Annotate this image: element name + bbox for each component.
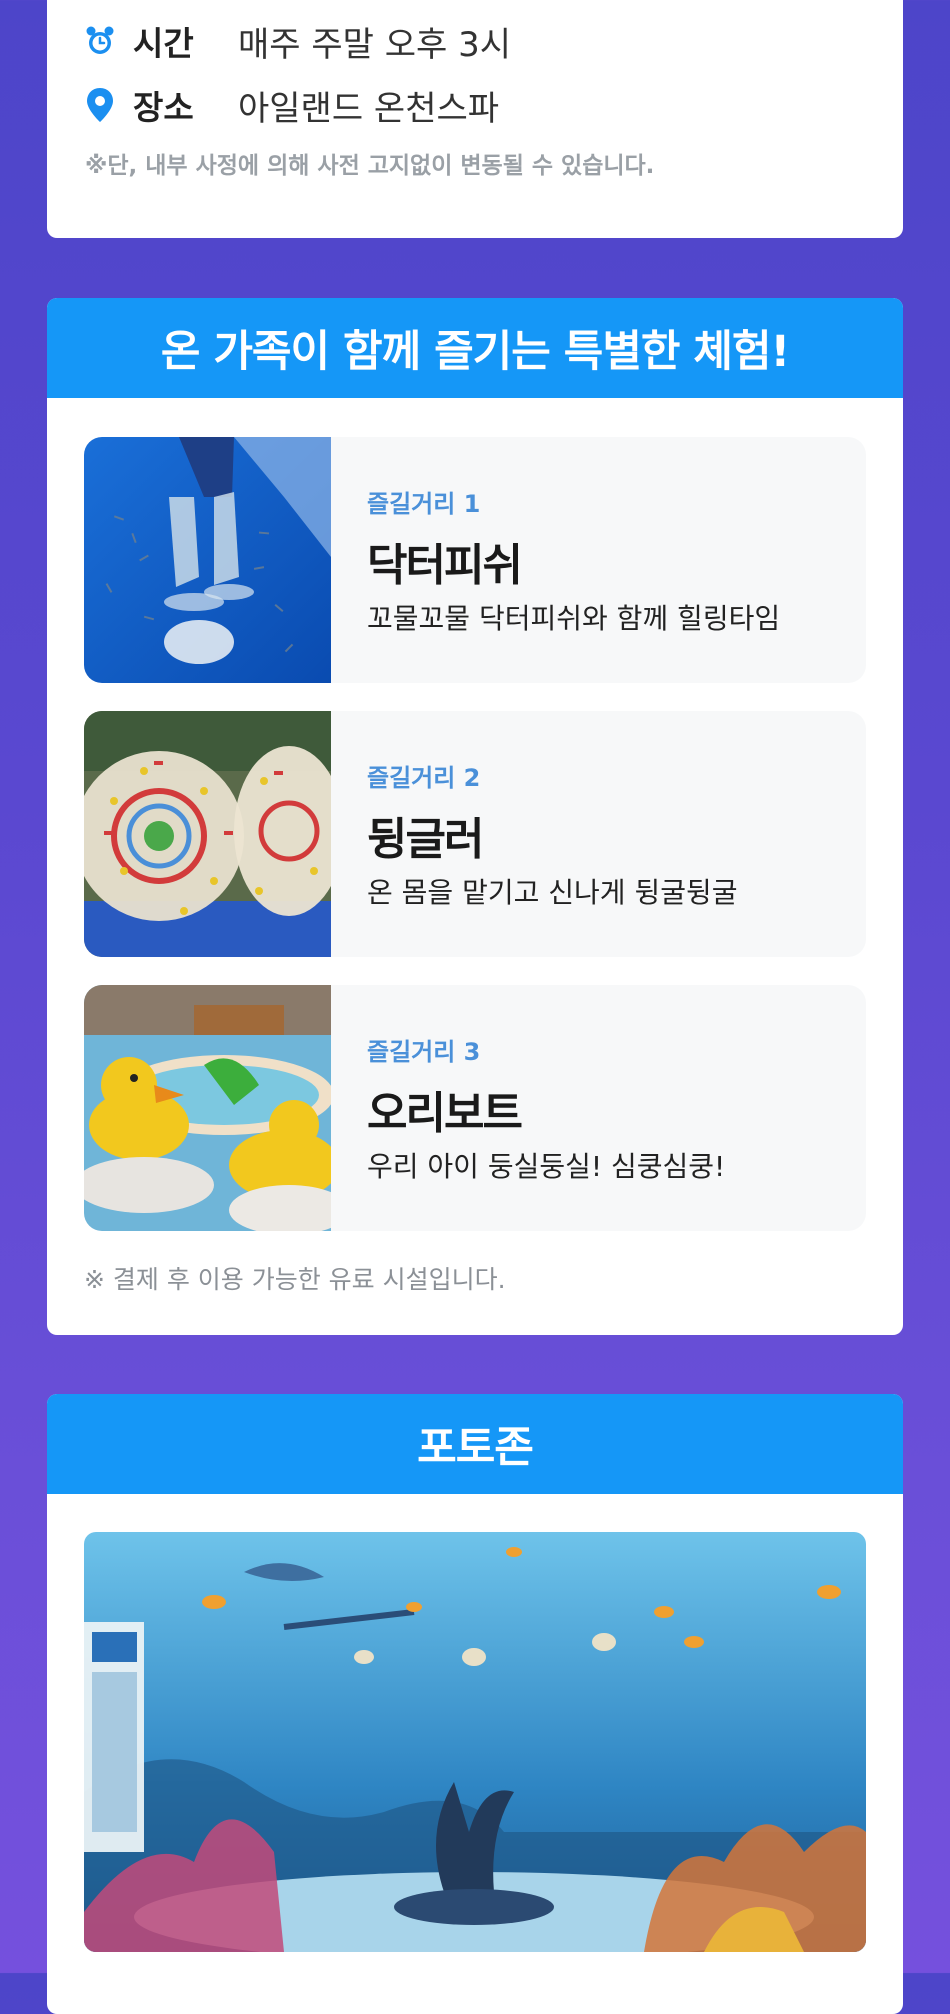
photozone-image (84, 1532, 866, 1952)
duck-boat-photo (84, 985, 331, 1231)
rolling-ball-photo (84, 711, 331, 957)
place-label: 장소 (133, 88, 194, 127)
place-row: 장소 아일랜드 온천스파 (85, 80, 499, 130)
time-label: 시간 (133, 24, 194, 63)
experience-title: 온 가족이 함께 즐기는 특별한 체험! (47, 298, 903, 398)
alarm-clock-icon (85, 23, 115, 59)
place-value: 아일랜드 온천스파 (238, 88, 500, 129)
experience-card: 온 가족이 함께 즐기는 특별한 체험! 즐길거리 1 닥터피쉬 꼬물꼬물 닥터… (47, 298, 903, 1335)
time-value: 매주 주말 오후 3시 (238, 24, 512, 65)
location-pin-icon (85, 87, 115, 123)
experience-description: 온 몸을 맡기고 신나게 뒹굴뒹굴 (367, 876, 738, 909)
experience-subtitle: 즐길거리 1 (367, 490, 481, 518)
experience-subtitle: 즐길거리 3 (367, 1038, 481, 1066)
doctor-fish-photo (84, 437, 331, 683)
experience-subtitle: 즐길거리 2 (367, 764, 481, 792)
experience-item-rolling-ball[interactable]: 즐길거리 2 뒹글러 온 몸을 맡기고 신나게 뒹굴뒹굴 (84, 711, 866, 957)
info-card: 시간 매주 주말 오후 3시 장소 아일랜드 온천스파 ※단, 내부 사정에 의… (47, 0, 903, 238)
change-notice: ※단, 내부 사정에 의해 사전 고지없이 변동될 수 있습니다. (85, 153, 655, 179)
paid-facility-note: ※ 결제 후 이용 가능한 유료 시설입니다. (84, 1265, 506, 1294)
experience-name: 닥터피쉬 (367, 540, 523, 591)
experience-item-duck-boat[interactable]: 즐길거리 3 오리보트 우리 아이 둥실둥실! 심쿵심쿵! (84, 985, 866, 1231)
experience-item-doctor-fish[interactable]: 즐길거리 1 닥터피쉬 꼬물꼬물 닥터피쉬와 함께 힐링타임 (84, 437, 866, 683)
photozone-card: 포토존 (47, 1394, 903, 2014)
experience-name: 오리보트 (367, 1088, 523, 1139)
photozone-title: 포토존 (47, 1394, 903, 1494)
experience-description: 우리 아이 둥실둥실! 심쿵심쿵! (367, 1150, 726, 1183)
time-row: 시간 매주 주말 오후 3시 (85, 16, 511, 66)
experience-name: 뒹글러 (367, 814, 484, 865)
experience-description: 꼬물꼬물 닥터피쉬와 함께 힐링타임 (367, 602, 781, 635)
